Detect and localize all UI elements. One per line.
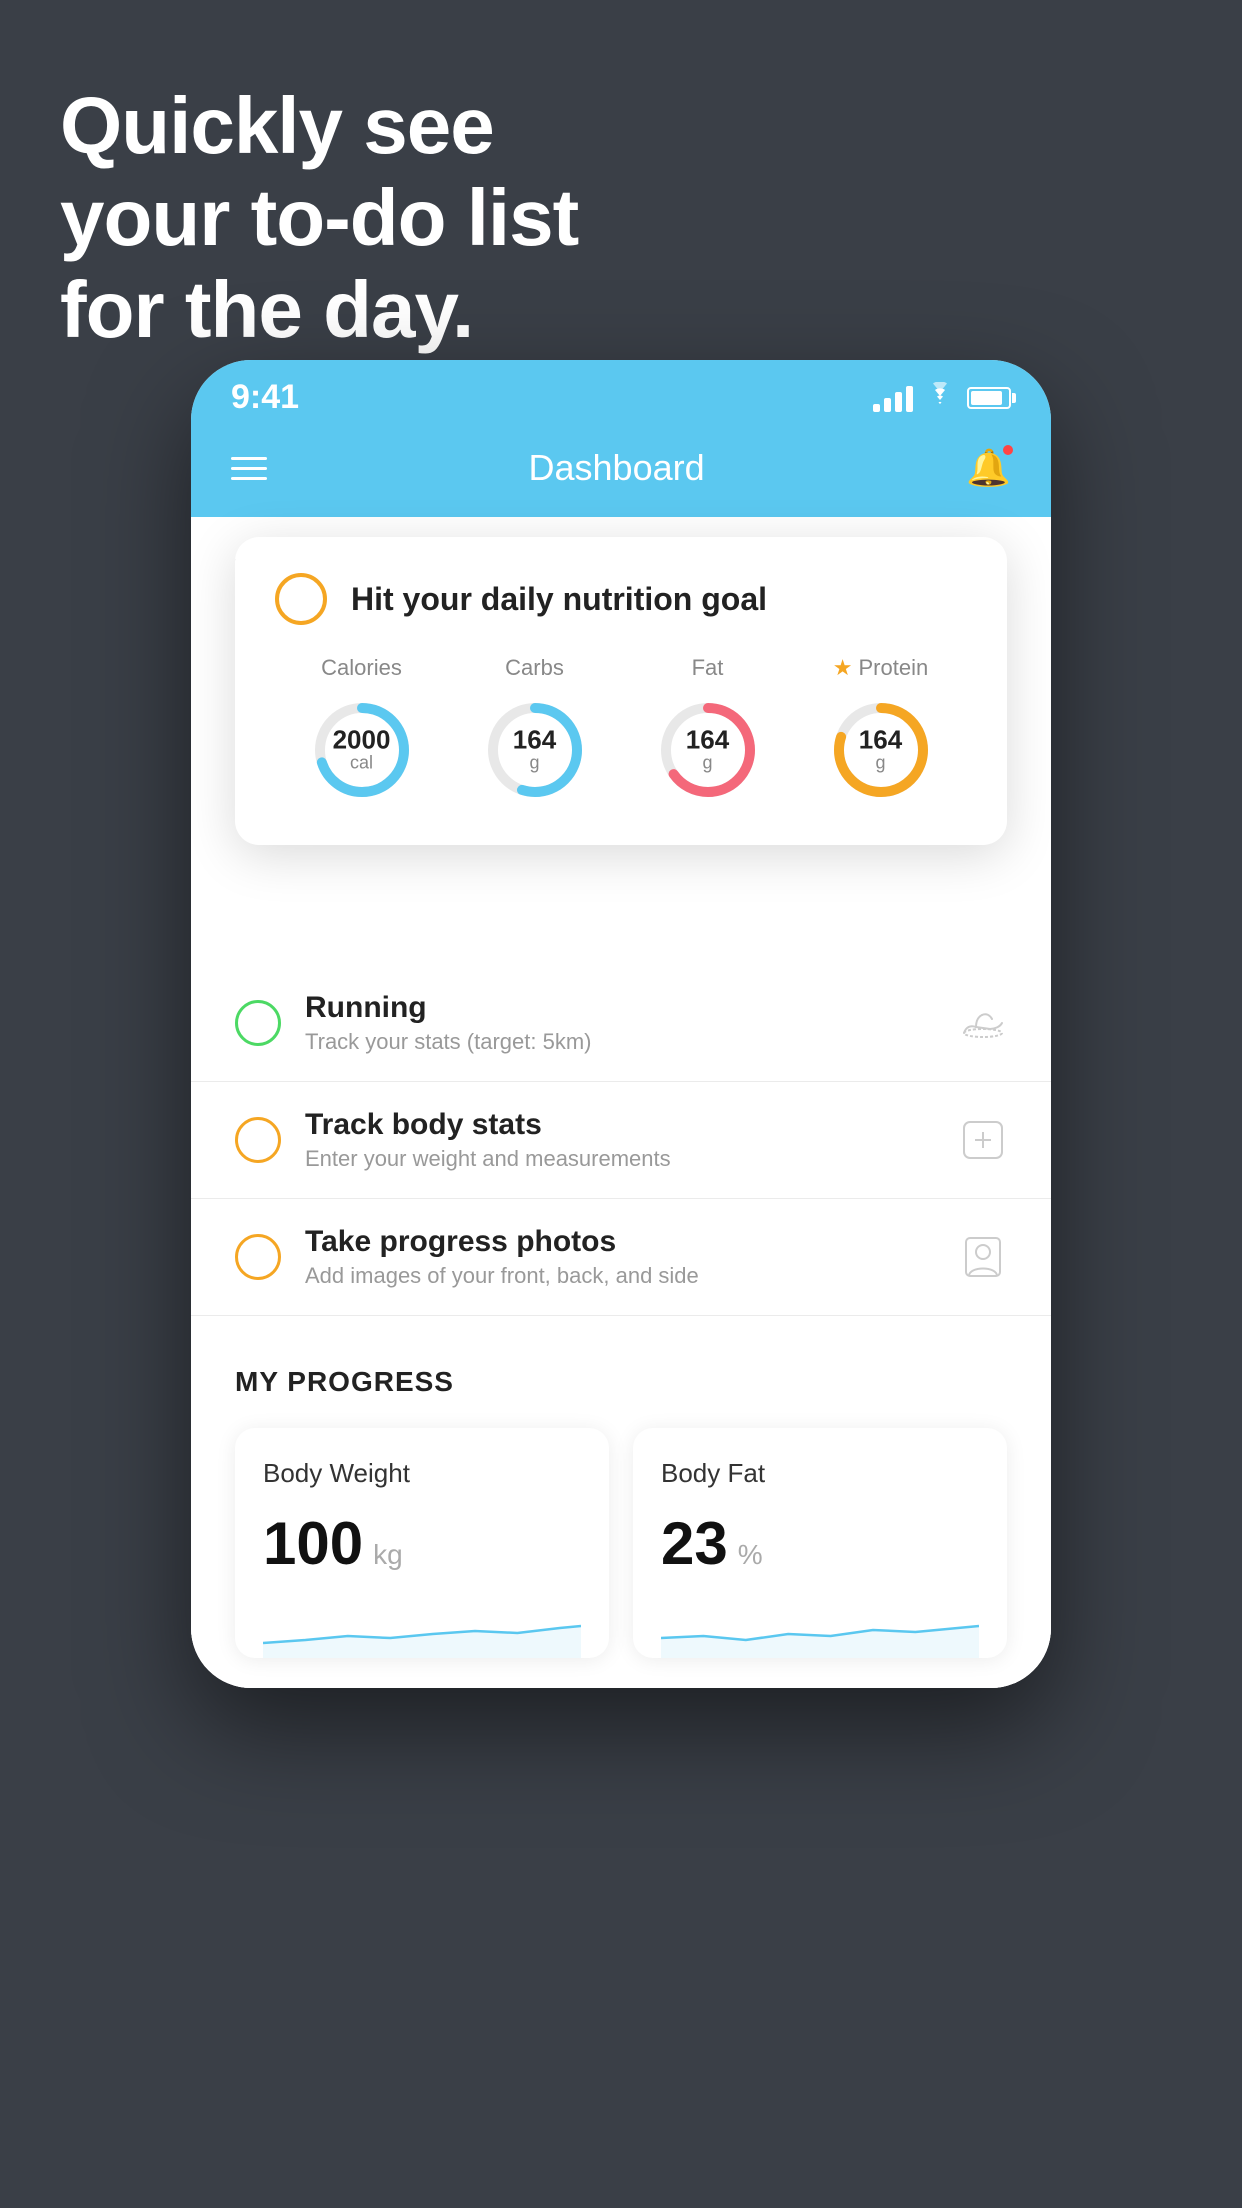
protein-value: 164	[859, 727, 902, 753]
body-fat-value: 23	[661, 1509, 728, 1578]
nutrition-card: Hit your daily nutrition goal Calories 2…	[235, 537, 1007, 845]
nutrition-carbs: Carbs 164 g	[480, 655, 590, 805]
calories-unit: cal	[333, 753, 391, 774]
running-title: Running	[305, 991, 959, 1025]
fat-donut: 164 g	[653, 695, 763, 805]
body-weight-card[interactable]: Body Weight 100 kg	[235, 1428, 609, 1658]
phone-mockup: 9:41 Dashb	[191, 360, 1051, 1688]
body-fat-unit: %	[738, 1539, 763, 1571]
status-time: 9:41	[231, 378, 299, 417]
todo-item-body-stats[interactable]: Track body stats Enter your weight and m…	[191, 1082, 1051, 1199]
todo-item-photos[interactable]: Take progress photos Add images of your …	[191, 1199, 1051, 1316]
protein-star-icon: ★	[833, 655, 853, 681]
protein-label: ★ Protein	[833, 655, 928, 681]
todo-list: Running Track your stats (target: 5km)	[191, 965, 1051, 1316]
body-weight-value: 100	[263, 1509, 363, 1578]
status-icons	[873, 382, 1011, 413]
body-stats-title: Track body stats	[305, 1108, 959, 1142]
headline-line3: for the day.	[60, 265, 473, 354]
calories-donut: 2000 cal	[307, 695, 417, 805]
nutrition-calories: Calories 2000 cal	[307, 655, 417, 805]
todo-item-running[interactable]: Running Track your stats (target: 5km)	[191, 965, 1051, 1082]
body-weight-value-row: 100 kg	[263, 1509, 581, 1578]
progress-cards: Body Weight 100 kg Body Fat	[235, 1428, 1007, 1658]
fat-unit: g	[686, 753, 729, 774]
body-fat-chart	[661, 1598, 979, 1658]
headline-line1: Quickly see	[60, 81, 494, 170]
body-fat-card[interactable]: Body Fat 23 %	[633, 1428, 1007, 1658]
photos-subtitle: Add images of your front, back, and side	[305, 1263, 959, 1289]
body-fat-value-row: 23 %	[661, 1509, 979, 1578]
body-fat-title: Body Fat	[661, 1458, 979, 1489]
photos-title: Take progress photos	[305, 1225, 959, 1259]
headline-line2: your to-do list	[60, 173, 578, 262]
scale-icon	[959, 1116, 1007, 1164]
body-stats-circle	[235, 1117, 281, 1163]
notification-dot	[1001, 443, 1015, 457]
progress-section: MY PROGRESS Body Weight 100 kg	[191, 1316, 1051, 1688]
person-photo-icon	[959, 1233, 1007, 1281]
notification-bell-icon[interactable]: 🔔	[966, 447, 1011, 489]
wifi-icon	[925, 382, 955, 413]
carbs-label: Carbs	[505, 655, 564, 681]
fat-value: 164	[686, 727, 729, 753]
running-circle	[235, 1000, 281, 1046]
running-subtitle: Track your stats (target: 5km)	[305, 1029, 959, 1055]
body-weight-unit: kg	[373, 1539, 403, 1571]
main-content: THINGS TO DO TODAY Hit your daily nutrit…	[191, 517, 1051, 1688]
body-weight-chart	[263, 1598, 581, 1658]
photos-circle	[235, 1234, 281, 1280]
progress-header: MY PROGRESS	[235, 1366, 1007, 1398]
body-stats-text: Track body stats Enter your weight and m…	[305, 1108, 959, 1172]
protein-donut: 164 g	[826, 695, 936, 805]
running-text: Running Track your stats (target: 5km)	[305, 991, 959, 1055]
nutrition-check-circle[interactable]	[275, 573, 327, 625]
carbs-unit: g	[513, 753, 556, 774]
battery-icon	[967, 387, 1011, 409]
running-shoe-icon	[959, 999, 1007, 1047]
body-stats-subtitle: Enter your weight and measurements	[305, 1146, 959, 1172]
nutrition-card-title: Hit your daily nutrition goal	[351, 581, 767, 618]
calories-label: Calories	[321, 655, 402, 681]
nav-bar: Dashboard 🔔	[191, 427, 1051, 517]
nav-title: Dashboard	[529, 447, 705, 489]
photos-text: Take progress photos Add images of your …	[305, 1225, 959, 1289]
headline-text: Quickly see your to-do list for the day.	[60, 80, 578, 356]
body-weight-title: Body Weight	[263, 1458, 581, 1489]
fat-label: Fat	[692, 655, 724, 681]
nutrition-fat: Fat 164 g	[653, 655, 763, 805]
protein-unit: g	[859, 753, 902, 774]
hamburger-menu[interactable]	[231, 457, 267, 480]
carbs-value: 164	[513, 727, 556, 753]
calories-value: 2000	[333, 727, 391, 753]
nutrition-stats-row: Calories 2000 cal Carbs	[275, 655, 967, 805]
signal-icon	[873, 384, 913, 412]
status-bar: 9:41	[191, 360, 1051, 427]
nutrition-protein: ★ Protein 164 g	[826, 655, 936, 805]
carbs-donut: 164 g	[480, 695, 590, 805]
